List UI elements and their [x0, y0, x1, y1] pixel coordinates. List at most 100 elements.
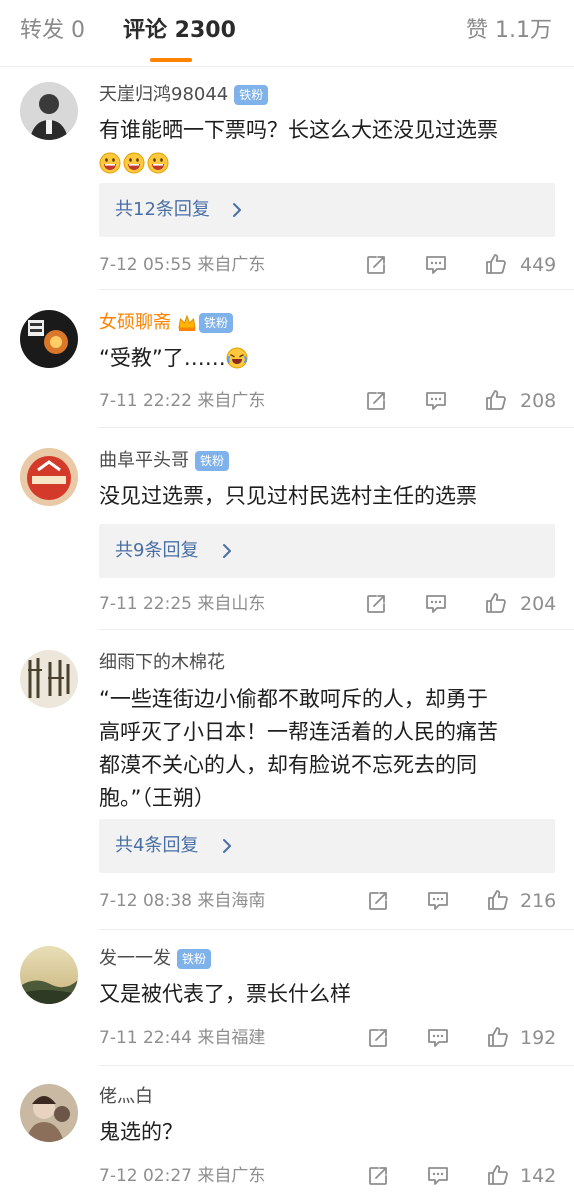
comment-item: 曲阜平头哥 铁粉 没见过选票，只见过村民选村主任的选票 共9条回复 7-11 2… — [0, 428, 574, 630]
active-tab-indicator — [150, 58, 192, 62]
avatar[interactable] — [20, 310, 78, 368]
like-count: 192 — [520, 1027, 557, 1049]
replies-link[interactable]: 共12条回复 — [99, 183, 555, 237]
comment-item: 细雨下的木棉花 “一些连街边小偷都不敢呵斥的人，却勇于 高呼灭了小日本！一帮连活… — [0, 630, 574, 930]
thumbs-up-icon[interactable] — [484, 252, 508, 276]
fan-badge: 铁粉 — [199, 313, 234, 333]
crown-icon — [178, 314, 196, 331]
comment-meta: 7-12 08:38 来自海南 — [99, 888, 265, 914]
like-count: 449 — [520, 254, 557, 276]
comment-text-line: 胞。”（王朔） — [99, 786, 215, 810]
timestamp: 7-12 05:55 — [99, 255, 192, 275]
grinning-emoji-icon — [147, 152, 169, 174]
tab-comments[interactable]: 评论 2300 — [123, 16, 236, 46]
comment-meta: 7-11 22:25 来自山东 — [99, 591, 265, 617]
comment-text: “受教”了…… — [99, 342, 559, 375]
comment-header: 女硕聊斋 铁粉 — [99, 309, 234, 337]
comment-icon[interactable] — [426, 1164, 450, 1188]
comment-icon[interactable] — [424, 253, 448, 277]
grinning-emoji-icon — [123, 152, 145, 174]
comment-text: 没见过选票，只见过村民选村主任的选票 — [99, 484, 477, 508]
replies-link[interactable]: 共4条回复 — [99, 819, 555, 873]
comment-header: 曲阜平头哥 铁粉 — [99, 447, 230, 475]
location: 来自广东 — [197, 1166, 266, 1186]
avatar[interactable] — [20, 1084, 78, 1142]
username[interactable]: 发一一发 — [99, 945, 171, 973]
thumbs-up-icon[interactable] — [484, 591, 508, 615]
timestamp: 7-12 02:27 — [99, 1166, 192, 1186]
comment-header: 佬灬白 — [99, 1083, 153, 1111]
thumbs-up-icon[interactable] — [486, 1025, 510, 1049]
comment-text-content: “受教”了…… — [99, 346, 226, 370]
replies-label: 共4条回复 — [115, 835, 199, 856]
comment-item: 女硕聊斋 铁粉 “受教”了…… 7-11 22:22 来自广东 208 — [0, 290, 574, 428]
comment-icon[interactable] — [424, 389, 448, 413]
share-icon[interactable] — [364, 592, 388, 616]
username[interactable]: 细雨下的木棉花 — [99, 649, 225, 677]
location: 来自山东 — [197, 594, 266, 614]
location: 来自海南 — [197, 891, 266, 911]
like-count: 216 — [520, 890, 557, 912]
comment-meta: 7-12 05:55 来自广东 — [99, 252, 265, 278]
share-icon[interactable] — [366, 889, 390, 913]
avatar[interactable] — [20, 946, 78, 1004]
share-icon[interactable] — [364, 253, 388, 277]
thumbs-up-icon[interactable] — [484, 388, 508, 412]
tab-bar: 转发 0 评论 2300 赞 1.1万 — [0, 0, 574, 67]
share-icon[interactable] — [366, 1164, 390, 1188]
share-icon[interactable] — [366, 1026, 390, 1050]
comment-text-line: 都漠不关心的人，却有脸说不忘死去的同 — [99, 753, 477, 777]
laughing-crying-emoji-icon — [226, 347, 248, 369]
comment-text: 有谁能晒一下票吗？长这么大还没见过选票 — [99, 114, 559, 180]
thumbs-up-icon[interactable] — [486, 1163, 510, 1187]
tab-likes[interactable]: 赞 1.1万 — [466, 16, 552, 46]
comment-icon[interactable] — [426, 889, 450, 913]
comment-icon[interactable] — [424, 592, 448, 616]
like-count: 208 — [520, 390, 557, 412]
replies-link[interactable]: 共9条回复 — [99, 524, 555, 578]
comment-item: 发一一发 铁粉 又是被代表了，票长什么样 7-11 22:44 来自福建 192 — [0, 930, 574, 1066]
timestamp: 7-12 08:38 — [99, 891, 192, 911]
comment-meta: 7-11 22:44 来自福建 — [99, 1025, 265, 1051]
comment-header: 天崖归鸿98044 铁粉 — [99, 81, 269, 109]
username[interactable]: 天崖归鸿98044 — [99, 81, 228, 109]
fan-badge: 铁粉 — [195, 451, 230, 471]
timestamp: 7-11 22:44 — [99, 1028, 192, 1048]
avatar[interactable] — [20, 448, 78, 506]
tab-reposts[interactable]: 转发 0 — [20, 16, 85, 46]
comment-text: 又是被代表了，票长什么样 — [99, 982, 351, 1006]
comment-text-line: “一些连街边小偷都不敢呵斥的人，却勇于 — [99, 687, 488, 711]
location: 来自广东 — [197, 391, 266, 411]
location: 来自广东 — [197, 255, 266, 275]
timestamp: 7-11 22:25 — [99, 594, 192, 614]
comment-text: “一些连街边小偷都不敢呵斥的人，却勇于 高呼灭了小日本！一帮连活着的人民的痛苦 … — [99, 683, 559, 815]
fan-badge: 铁粉 — [234, 85, 269, 105]
username[interactable]: 佬灬白 — [99, 1083, 153, 1111]
chevron-right-icon — [229, 202, 245, 218]
chevron-right-icon — [219, 838, 235, 854]
comment-meta: 7-11 22:22 来自广东 — [99, 388, 265, 414]
like-count: 204 — [520, 593, 557, 615]
fan-badge: 铁粉 — [177, 949, 212, 969]
thumbs-up-icon[interactable] — [486, 888, 510, 912]
avatar[interactable] — [20, 650, 78, 708]
comment-text: 鬼选的？ — [99, 1120, 183, 1144]
avatar[interactable] — [20, 82, 78, 140]
share-icon[interactable] — [364, 389, 388, 413]
grinning-emoji-icon — [99, 152, 121, 174]
comment-header: 细雨下的木棉花 — [99, 649, 225, 677]
comment-header: 发一一发 铁粉 — [99, 945, 212, 973]
comment-item: 佬灬白 鬼选的？ 7-12 02:27 来自广东 142 — [0, 1066, 574, 1200]
username[interactable]: 女硕聊斋 — [99, 309, 171, 337]
replies-label: 共9条回复 — [115, 540, 199, 561]
timestamp: 7-11 22:22 — [99, 391, 192, 411]
username[interactable]: 曲阜平头哥 — [99, 447, 189, 475]
comment-icon[interactable] — [426, 1026, 450, 1050]
like-count: 142 — [520, 1165, 557, 1187]
comment-text-line: 高呼灭了小日本！一帮连活着的人民的痛苦 — [99, 720, 498, 744]
chevron-right-icon — [219, 543, 235, 559]
comment-meta: 7-12 02:27 来自广东 — [99, 1163, 265, 1189]
comment-text-content: 有谁能晒一下票吗？长这么大还没见过选票 — [99, 118, 498, 142]
comment-item: 天崖归鸿98044 铁粉 有谁能晒一下票吗？长这么大还没见过选票 共12条回复 … — [0, 66, 574, 290]
replies-label: 共12条回复 — [115, 199, 210, 220]
